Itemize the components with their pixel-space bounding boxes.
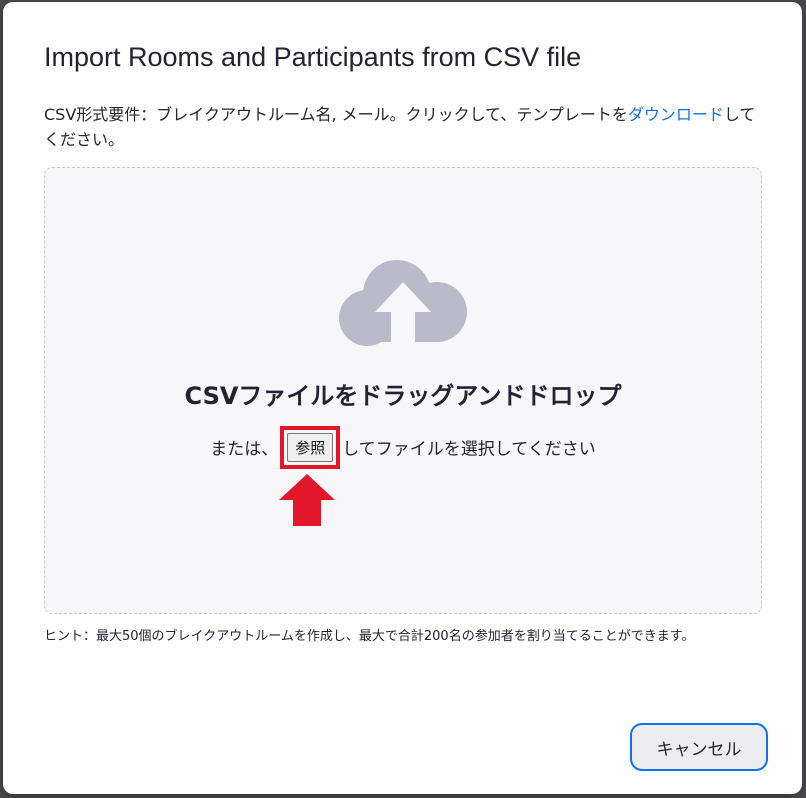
cloud-upload-icon <box>339 260 467 348</box>
csv-dropzone[interactable]: CSVファイルをドラッグアンドドロップ または、 参照 してファイルを選択してくださ… <box>44 167 762 614</box>
cancel-button[interactable]: キャンセル <box>630 723 768 771</box>
requirements-text: CSV形式要件：ブレイクアウトルーム名, メール。クリックして、テンプレートを <box>44 105 628 124</box>
import-dialog: Import Rooms and Participants from CSV f… <box>3 2 802 794</box>
download-template-link[interactable]: ダウンロード <box>628 105 724 124</box>
csv-requirements: CSV形式要件：ブレイクアウトルーム名, メール。クリックして、テンプレートをダ… <box>44 102 756 152</box>
arrow-up-icon <box>279 474 335 526</box>
dropzone-sub-suffix: してファイルを選択してください <box>342 439 596 460</box>
dialog-title: Import Rooms and Participants from CSV f… <box>44 42 582 72</box>
dropzone-sub-prefix: または、 <box>210 439 279 460</box>
dropzone-subtitle: または、 参照 してファイルを選択してください <box>45 426 761 471</box>
browse-highlight: 参照 <box>280 426 341 469</box>
browse-button[interactable]: 参照 <box>287 433 334 462</box>
hint-text: ヒント：最大50個のブレイクアウトルームを作成し、最大で合計200名の参加者を割… <box>44 629 695 644</box>
dropzone-title: CSVファイルをドラッグアンドドロップ <box>184 382 622 410</box>
